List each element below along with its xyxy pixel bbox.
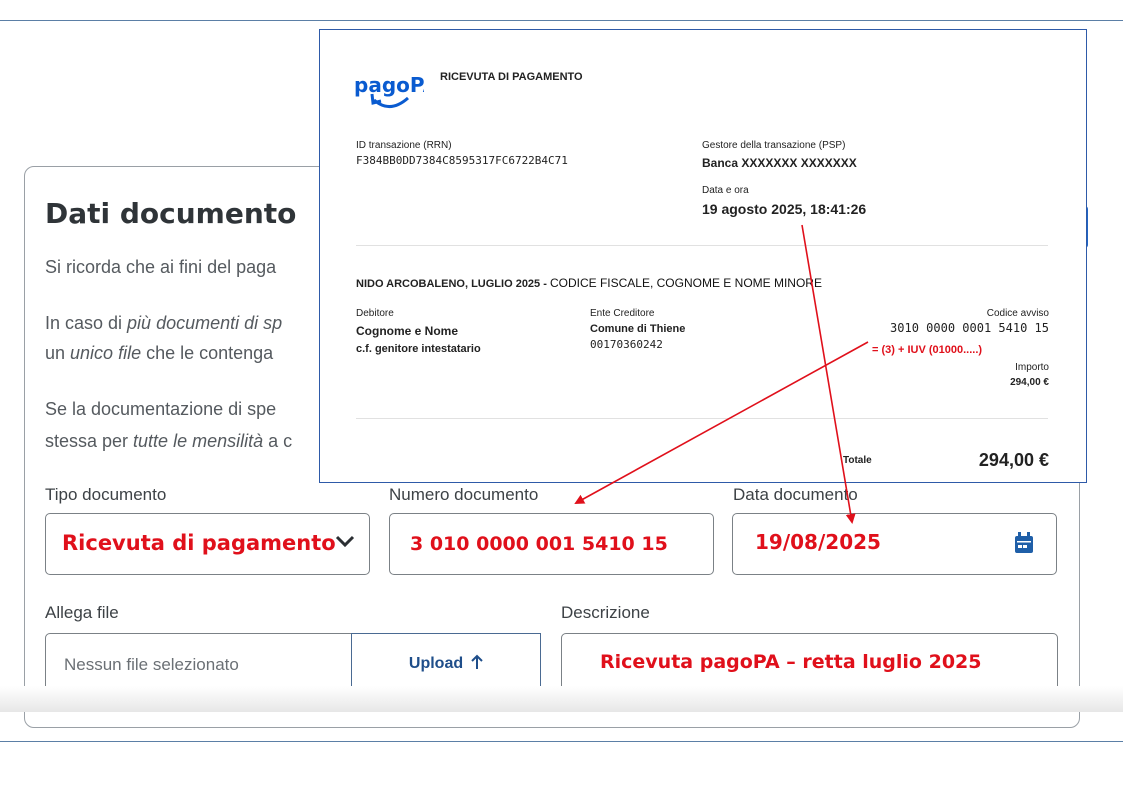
info-paragraph-1: Si ricorda che ai fini del paga [45, 257, 277, 277]
debitore-label: Debitore [356, 308, 394, 319]
arrow-up-icon [471, 654, 483, 675]
tipo-documento-select[interactable]: Ricevuta di pagamento [45, 513, 370, 575]
numero-documento-value: 3 010 0000 001 5410 15 [410, 533, 668, 555]
svg-text:pagoPA: pagoPA [354, 73, 424, 97]
upload-label: Upload [408, 655, 464, 672]
tipo-documento-label: Tipo documento [45, 485, 167, 504]
tipo-documento-value: Ricevuta di pagamento [62, 531, 336, 555]
receipt-heading: RICEVUTA DI PAGAMENTO [440, 71, 583, 83]
bottom-divider [0, 741, 1123, 742]
info-paragraph-2: In caso di più documenti di sp [45, 313, 283, 333]
psp-label: Gestore della transazione (PSP) [702, 140, 846, 151]
receipt-rule-2 [356, 418, 1048, 419]
file-placeholder: Nessun file selezionato [64, 655, 239, 674]
ente-name: Comune di Thiene [590, 323, 686, 335]
descrizione-value: Ricevuta pagoPA – retta luglio 2025 [600, 651, 982, 673]
datetime-value: 19 agosto 2025, 18:41:26 [702, 201, 867, 217]
data-documento-input[interactable]: 19/08/2025 [732, 513, 1057, 575]
bottom-shadow [0, 686, 1123, 712]
avviso-value: 3010 0000 0001 5410 15 [890, 321, 1049, 335]
rrn-value: F384BB0DD7384C8595317FC6722B4C71 [356, 154, 568, 167]
info-paragraph-3b: stessa per tutte le mensilità a c [45, 431, 293, 451]
pagopa-receipt: pagoPA RICEVUTA DI PAGAMENTO ID transazi… [319, 29, 1087, 483]
ente-cf: 00170360242 [590, 338, 663, 351]
totale-value: 294,00 € [978, 450, 1049, 470]
payment-subject: NIDO ARCOBALENO, LUGLIO 2025 - CODICE FI… [356, 276, 822, 290]
iuv-note: = (3) + IUV (01000.....) [872, 344, 983, 356]
card-title: Dati documento [45, 197, 297, 230]
allega-file-label: Allega file [45, 603, 119, 622]
info-paragraph-2b: un unico file che le contenga [45, 343, 274, 363]
numero-documento-input[interactable]: 3 010 0000 001 5410 15 [389, 513, 714, 575]
datetime-label: Data e ora [702, 185, 749, 196]
pagopa-logo: pagoPA [354, 66, 439, 114]
top-divider [0, 20, 1123, 21]
data-documento-value: 19/08/2025 [755, 530, 881, 554]
numero-documento-label: Numero documento [389, 485, 539, 504]
importo-label: Importo [1015, 362, 1049, 373]
descrizione-label: Descrizione [561, 603, 650, 622]
avviso-label: Codice avviso [986, 308, 1049, 319]
importo-value: 294,00 € [1010, 377, 1049, 388]
totale-label: Totale [843, 455, 872, 466]
calendar-icon[interactable] [1014, 532, 1034, 559]
psp-value: Banca XXXXXXX XXXXXXX [702, 156, 857, 170]
receipt-rule-1 [356, 245, 1048, 246]
info-paragraph-3: Se la documentazione di spe [45, 399, 277, 419]
ente-label: Ente Creditore [590, 308, 655, 319]
rrn-label: ID transazione (RRN) [356, 140, 452, 151]
debitore-cf: c.f. genitore intestatario [356, 343, 481, 355]
data-documento-label: Data documento [733, 485, 858, 504]
chevron-down-icon [335, 534, 355, 553]
debitore-name: Cognome e Nome [356, 324, 459, 338]
